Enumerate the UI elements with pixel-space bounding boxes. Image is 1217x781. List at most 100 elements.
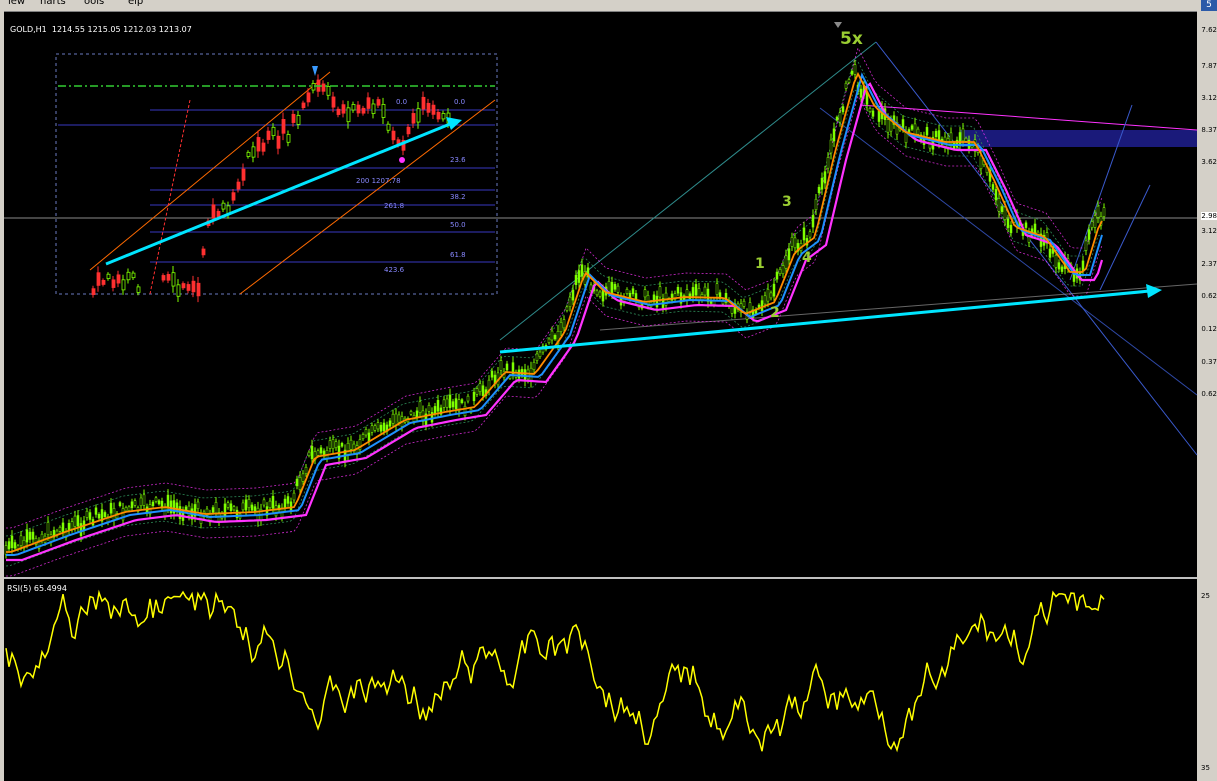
inset-candle-body [251, 146, 256, 158]
candle-body [388, 420, 392, 427]
candle-body [994, 189, 998, 201]
fib-label-38-2: 38.2 [450, 193, 466, 201]
candle-body [790, 237, 794, 247]
candle-body [787, 248, 791, 261]
inset-candle-body [181, 283, 186, 289]
candle-body [1024, 222, 1028, 228]
inset-candle-body [266, 130, 271, 140]
rebound-channel-2 [1099, 184, 1151, 291]
candle-body [58, 527, 62, 532]
candle-body [871, 110, 875, 117]
candle-body [1093, 215, 1097, 228]
candle-body [499, 360, 503, 371]
inset-candle-body [96, 272, 101, 286]
inset-candle-body [371, 103, 376, 114]
candle-body [631, 288, 635, 295]
inset-candle-body [291, 113, 296, 123]
wave-label-5x: 5x [840, 29, 863, 49]
inset-candle-body [246, 151, 251, 157]
inset-candle-body [431, 104, 436, 115]
candle-body [691, 287, 695, 298]
fib-label-261-8: 261.8 [384, 202, 405, 210]
candle-body [832, 128, 836, 142]
resistance-zone [960, 130, 1197, 147]
inset-candle-body [286, 134, 291, 143]
candle-body [826, 157, 830, 169]
candle-body [853, 64, 857, 75]
candle-body [685, 289, 689, 301]
candle-body [13, 542, 17, 549]
candle-body [655, 295, 659, 308]
inset-candle-body [116, 274, 121, 284]
candle-body [328, 440, 332, 449]
candle-body [76, 515, 80, 527]
candle-body [1048, 248, 1052, 258]
inset-candle-body [331, 96, 336, 108]
candle-body [379, 424, 383, 432]
candle-body [1102, 207, 1106, 217]
candle-body [859, 88, 863, 98]
candle-body [868, 107, 872, 112]
candle-body [319, 447, 323, 454]
inset-candle-body [166, 274, 171, 281]
candle-body [694, 284, 698, 296]
candle-body [763, 295, 767, 305]
inset-candle-body [161, 275, 166, 281]
candle-body [166, 494, 170, 508]
candle-body [802, 227, 806, 241]
candle-body [442, 399, 446, 408]
candle-body [562, 319, 566, 329]
candle-body [133, 500, 137, 506]
candle-body [283, 498, 287, 508]
candle-body [934, 131, 938, 137]
inset-candle-body [256, 137, 261, 152]
candle-body [118, 502, 122, 507]
inset-candle-body [191, 280, 196, 293]
candle-body [565, 306, 569, 311]
candle-body [340, 442, 344, 447]
fib-label-23-6: 23.6 [450, 156, 466, 164]
candle-body [838, 112, 842, 123]
symbol-label: GOLD,H1 1214.55 1215.05 1212.03 1213.07 [10, 25, 192, 34]
candle-body [7, 541, 11, 550]
candle-body [307, 451, 311, 456]
price-candles [4, 59, 1106, 559]
candle-body [571, 289, 575, 301]
candle-body [85, 510, 89, 518]
candle-body [559, 322, 563, 332]
candle-body [505, 363, 509, 371]
price-tick: 0.12 [1201, 325, 1217, 333]
candle-body [961, 128, 965, 142]
candle-body [454, 398, 458, 410]
candle-body [1096, 205, 1100, 218]
candle-body [820, 177, 824, 190]
inset-candle-body [106, 273, 111, 279]
wave-label-2: 2 [770, 305, 780, 321]
candle-body [448, 394, 452, 409]
fib-label-50-0: 50.0 [450, 221, 466, 229]
fib-price-text: 200 1207.78 [356, 177, 401, 185]
candle-body [847, 79, 851, 83]
candle-body [601, 289, 605, 302]
candle-body [547, 338, 551, 343]
inset-candle-body [321, 83, 326, 92]
candle-body [580, 264, 584, 277]
inset-dashed-line [149, 99, 191, 295]
candle-body [466, 395, 470, 402]
inset-candle-body [281, 119, 286, 134]
candle-body [214, 502, 218, 514]
candle-body [316, 450, 320, 456]
rsi-label: RSI(5) 65.4994 [7, 584, 67, 593]
chart-canvas[interactable] [0, 0, 1217, 781]
candle-body [964, 137, 968, 142]
candle-body [1084, 240, 1088, 251]
candle-body [598, 291, 602, 297]
candle-body [481, 385, 485, 397]
candle-body [991, 184, 995, 190]
candle-body [226, 502, 230, 508]
candle-body [142, 494, 146, 506]
candle-body [643, 289, 647, 298]
inset-candle-body [101, 279, 106, 285]
candle-body [247, 499, 251, 508]
candle-body [427, 405, 431, 412]
